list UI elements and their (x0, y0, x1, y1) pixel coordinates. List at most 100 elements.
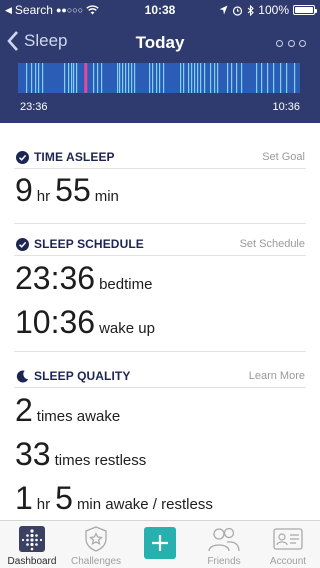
tab-friends[interactable]: Friends (192, 521, 256, 568)
tab-label: Challenges (70, 556, 122, 567)
more-dot-icon (287, 39, 295, 47)
restless-stripe (156, 63, 158, 93)
restless-stripe (236, 63, 238, 93)
divider (14, 255, 306, 256)
set-goal-link[interactable]: Set Goal (262, 151, 305, 163)
restless-stripe (134, 63, 136, 93)
bedtime-row: 23:36 bedtime (15, 262, 157, 294)
set-schedule-link[interactable]: Set Schedule (240, 238, 305, 250)
tab-challenges[interactable]: Challenges (64, 521, 128, 568)
restless-stripe (35, 63, 37, 93)
awake-count-row: 2 times awake (15, 394, 125, 426)
restless-stripe (204, 63, 206, 93)
restless-stripe (188, 63, 190, 93)
restless-stripe (125, 63, 127, 93)
sleep-schedule-title: SLEEP SCHEDULE (34, 237, 144, 251)
sleep-graph-time-axis: 23:36 10:36 (20, 101, 300, 115)
restless-stripe (231, 63, 233, 93)
sleep-header: ◀ Search ●●○○○ 10:38 100% Sleep Today 23… (0, 0, 320, 123)
page-title: Today (135, 33, 185, 52)
sleep-quality-header: SLEEP QUALITY Learn More (16, 368, 305, 384)
restless-stripe (217, 63, 219, 93)
restless-stripe (191, 63, 193, 93)
alarm-clock-icon (233, 5, 243, 16)
restless-stripe (194, 63, 196, 93)
checkmark-circle-icon (16, 150, 29, 164)
battery-percent: 100% (258, 3, 289, 17)
duration-hours-unit: hr (36, 496, 51, 513)
bedtime-value: 23:36 (15, 260, 96, 296)
restless-stripe (71, 63, 73, 93)
divider (14, 168, 306, 169)
location-arrow-icon (219, 5, 228, 15)
restless-stripe (149, 63, 151, 93)
restless-stripe (152, 63, 154, 93)
awake-count-value: 2 (15, 392, 33, 428)
more-dot-icon (299, 39, 306, 47)
divider (14, 351, 306, 352)
restless-stripe (117, 63, 119, 93)
minutes-unit: min (94, 188, 119, 205)
restless-stripe (227, 63, 229, 93)
moon-icon (16, 370, 29, 383)
restless-stripe (180, 63, 182, 93)
more-options-button[interactable] (276, 33, 306, 53)
graph-start-time: 23:36 (20, 101, 48, 113)
wakeup-label: wake up (99, 320, 155, 337)
wakeup-value: 10:36 (15, 304, 96, 340)
wakeup-row: 10:36 wake up (15, 306, 160, 338)
restless-stripe (73, 63, 75, 93)
restless-stripe (93, 63, 95, 93)
tab-dashboard[interactable]: Dashboard (0, 521, 64, 568)
divider (14, 223, 306, 224)
tab-label: Account (269, 556, 307, 567)
tab-label: Friends (207, 556, 241, 567)
duration-minutes-value: 5 (55, 480, 73, 516)
bluetooth-icon (247, 4, 255, 16)
restless-count-value: 33 (15, 436, 51, 472)
divider (14, 387, 306, 388)
restless-stripe (163, 63, 165, 93)
restless-stripe (31, 63, 33, 93)
learn-more-link[interactable]: Learn More (249, 370, 305, 382)
battery-icon (293, 5, 317, 15)
restless-stripe (197, 63, 199, 93)
duration-label: min awake / restless (76, 496, 213, 513)
restless-stripe (76, 63, 78, 93)
bedtime-label: bedtime (99, 276, 153, 293)
tab-label: Dashboard (7, 556, 57, 567)
restless-stripe (42, 63, 44, 93)
restless-stripe (159, 63, 161, 93)
time-asleep-title: TIME ASLEEP (34, 150, 115, 164)
restless-stripe (97, 63, 99, 93)
sleep-stage-graph[interactable] (18, 63, 300, 93)
restless-stripe (256, 63, 258, 93)
restless-stripe (241, 63, 243, 93)
duration-hours-value: 1 (15, 480, 33, 516)
tab-account[interactable]: Account (256, 521, 320, 568)
status-bar: ◀ Search ●●○○○ 10:38 100% (0, 0, 320, 20)
restless-stripe (119, 63, 121, 93)
checkmark-circle-icon (16, 237, 29, 251)
account-card-icon (273, 528, 303, 550)
restless-stripe (128, 63, 130, 93)
tab-add[interactable] (128, 521, 192, 568)
restless-stripe (267, 63, 269, 93)
sleep-quality-title: SLEEP QUALITY (34, 369, 131, 383)
restless-stripe (210, 63, 212, 93)
restless-count-row: 33 times restless (15, 438, 151, 470)
star-badge-icon (85, 526, 107, 552)
time-asleep-value: 9 hr 55 min (15, 174, 124, 206)
time-asleep-header: TIME ASLEEP Set Goal (16, 149, 305, 165)
restless-stripe (294, 63, 296, 93)
graph-end-time: 10:36 (272, 101, 300, 113)
hours-unit: hr (36, 188, 51, 205)
restless-stripe (131, 63, 133, 93)
more-dot-icon (276, 39, 283, 47)
restless-stripe (273, 63, 275, 93)
navigation-bar: Sleep Today (0, 22, 320, 62)
hours-value: 9 (15, 172, 33, 208)
restless-stripe (64, 63, 66, 93)
restless-stripe (214, 63, 216, 93)
awake-restless-duration-row: 1 hr 5 min awake / restless (15, 482, 218, 514)
